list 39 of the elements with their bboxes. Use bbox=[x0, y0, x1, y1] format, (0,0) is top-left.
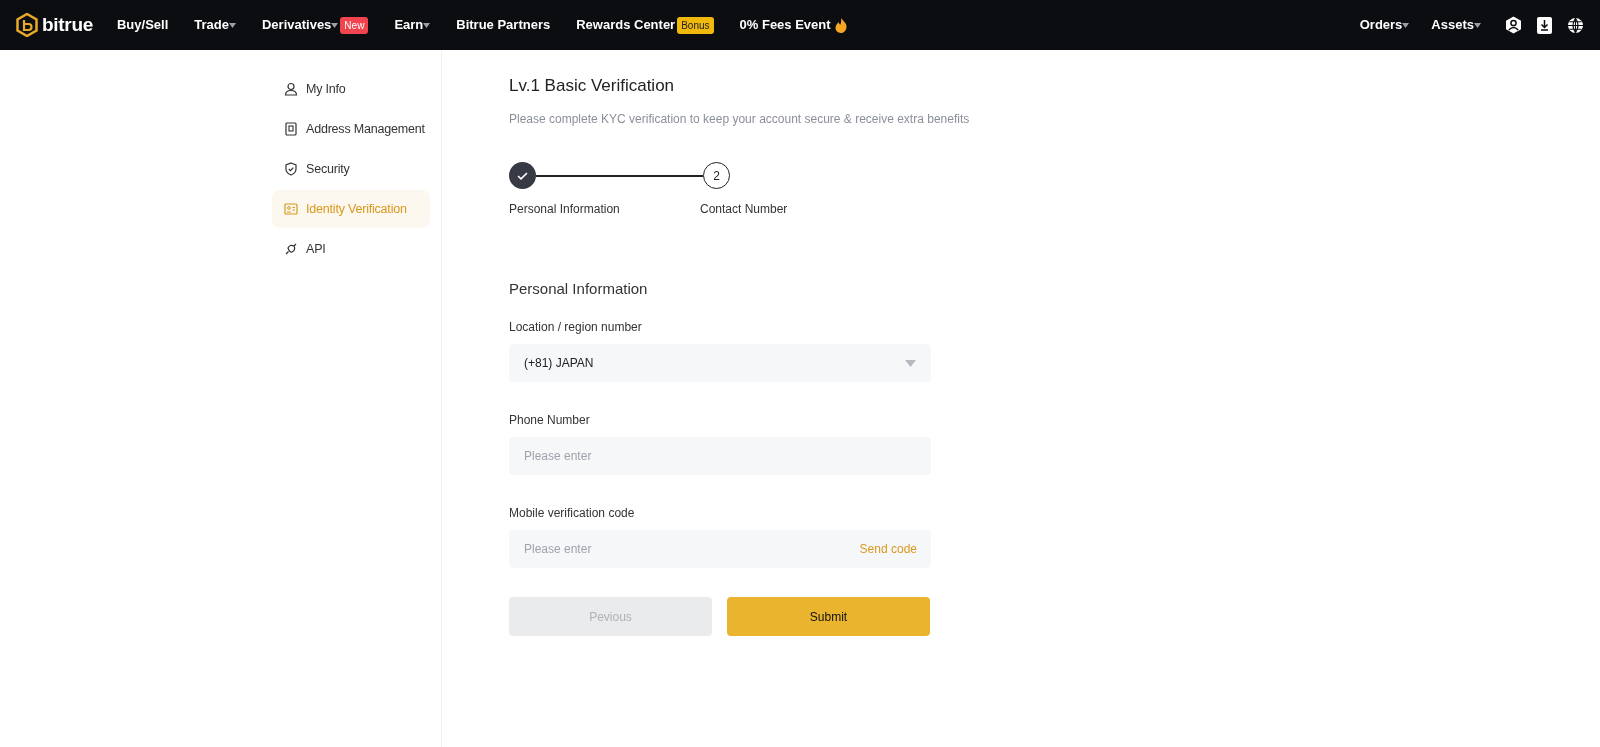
region-select[interactable]: (+81) JAPAN bbox=[509, 344, 931, 383]
nav-link[interactable]: Rewards Center bbox=[576, 15, 676, 35]
nav-badge: Bonus bbox=[677, 16, 714, 34]
id-card-icon bbox=[284, 202, 298, 216]
nav-link[interactable]: Trade bbox=[194, 15, 229, 35]
shield-icon bbox=[284, 162, 298, 176]
check-icon bbox=[517, 171, 528, 180]
field-label: Location / region number bbox=[509, 319, 643, 337]
submit-button[interactable]: Submit bbox=[727, 597, 930, 637]
nav-link[interactable]: Derivatives bbox=[261, 15, 332, 35]
brand-name[interactable]: bitrue bbox=[42, 10, 93, 40]
step-marker: 2 bbox=[703, 162, 730, 190]
plug-icon bbox=[284, 242, 298, 256]
globe-icon[interactable] bbox=[1567, 16, 1584, 34]
nav-link[interactable]: Earn bbox=[394, 15, 424, 35]
sidebar-item[interactable]: Security bbox=[272, 150, 430, 188]
user-icon[interactable] bbox=[1505, 16, 1522, 34]
sidebar-item[interactable]: My Info bbox=[272, 70, 430, 108]
download-icon[interactable] bbox=[1537, 16, 1552, 34]
field-label: Mobile verification code bbox=[509, 505, 636, 523]
sidebar-item[interactable]: API bbox=[272, 230, 430, 268]
nav-link[interactable]: Buy/Sell bbox=[117, 15, 169, 35]
nav-link[interactable]: Bitrue Partners bbox=[456, 15, 551, 35]
field-label: Phone Number bbox=[509, 412, 591, 430]
dropdown-caret-icon bbox=[905, 359, 916, 367]
nav-badge: New bbox=[340, 16, 369, 34]
section-title: Personal Information bbox=[509, 280, 649, 299]
page-subtitle: Please complete KYC verification to keep your account secure & receive extra benefits bbox=[509, 111, 971, 129]
step-label: Contact Number bbox=[700, 201, 788, 219]
page-title: Lv.1 Basic Verification bbox=[509, 76, 676, 97]
nav-link[interactable]: Orders bbox=[1359, 15, 1403, 35]
step-label: Personal Information bbox=[509, 201, 621, 219]
logo-icon bbox=[16, 13, 38, 37]
nav-link[interactable]: 0% Fees Event bbox=[739, 15, 831, 35]
nav-link[interactable]: Assets bbox=[1431, 15, 1474, 35]
input-field[interactable]: Please enter bbox=[509, 437, 931, 476]
person-icon bbox=[284, 82, 298, 96]
address-book-icon bbox=[284, 122, 298, 136]
sidebar-item[interactable]: Address Management bbox=[272, 110, 430, 148]
